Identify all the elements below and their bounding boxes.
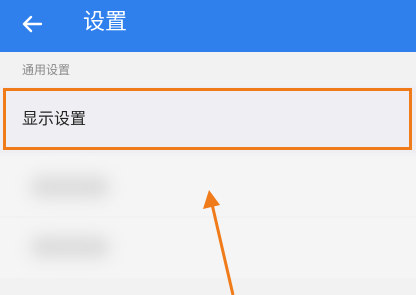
back-button[interactable] — [18, 10, 46, 38]
blurred-content — [30, 236, 110, 258]
list-item-label: 显示设置 — [22, 109, 87, 128]
arrow-back-icon — [22, 15, 43, 33]
blurred-content — [30, 176, 110, 198]
blurred-list-item — [0, 218, 416, 278]
list-item-display-settings[interactable]: 显示设置 — [0, 86, 416, 153]
section-header: 通用设置 — [22, 63, 71, 77]
blurred-list-item — [0, 156, 416, 216]
page-title: 设置 — [83, 10, 128, 35]
app-bar: 设置 — [0, 0, 416, 52]
